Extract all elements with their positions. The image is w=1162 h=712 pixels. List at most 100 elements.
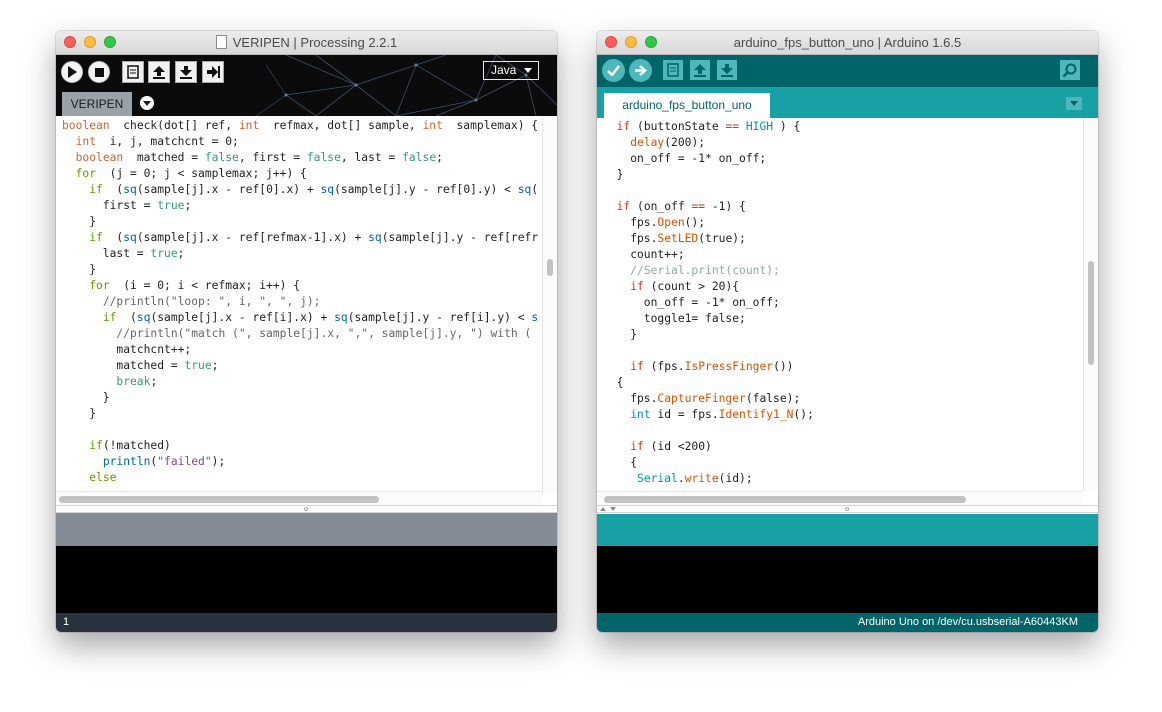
- code-line: }: [62, 263, 97, 276]
- code-line: {: [603, 456, 638, 469]
- code-line: count++;: [603, 248, 685, 261]
- save-button[interactable]: [717, 60, 737, 80]
- console: [56, 546, 557, 613]
- scroll-thumb[interactable]: [1088, 261, 1094, 365]
- scroll-thumb[interactable]: [547, 259, 553, 276]
- upload-arrow-icon: [694, 64, 706, 77]
- console: [597, 546, 1098, 613]
- code-line: {: [603, 376, 624, 389]
- open-button[interactable]: [148, 61, 170, 83]
- code-line: //println("match (", sample[j].x, ",", s…: [116, 327, 532, 340]
- code-line: for (i = 0; i < refmax; i++) {: [89, 279, 301, 292]
- magnifier-icon: [1062, 63, 1077, 78]
- code-editor[interactable]: boolean check(dot[] ref, int refmax, dot…: [56, 116, 542, 494]
- window-title: arduino_fps_button_uno | Arduino 1.6.5: [733, 35, 962, 50]
- code-line: delay(200);: [630, 136, 706, 149]
- code-line: for (j = 0; j < samplemax; j++) {: [75, 167, 307, 180]
- save-button[interactable]: [175, 61, 197, 83]
- code-line: println("failed");: [102, 455, 226, 468]
- code-line: if (buttonState == HIGH ) {: [616, 120, 801, 133]
- code-line: first = true;: [62, 199, 192, 212]
- scroll-thumb[interactable]: [59, 496, 379, 503]
- code-line: matched = true;: [62, 359, 219, 372]
- tab-bar: arduino_fps_button_uno: [597, 87, 1098, 118]
- export-button[interactable]: [202, 61, 224, 83]
- processing-window: VERIPEN | Processing 2.2.1 Java VERIPEN …: [56, 31, 557, 632]
- divider-handle[interactable]: [845, 507, 849, 511]
- tab-veripen[interactable]: VERIPEN: [62, 92, 132, 116]
- code-line: toggle1= false;: [603, 312, 746, 325]
- code-line: }: [62, 215, 97, 228]
- code-editor[interactable]: if (buttonState == HIGH ) { delay(200); …: [597, 118, 1083, 491]
- code-line: //println("loop: ", i, ", ", j);: [102, 295, 321, 308]
- arduino-window: arduino_fps_button_uno | Arduino 1.6.5 a…: [597, 31, 1098, 632]
- new-file-icon: [127, 65, 139, 79]
- run-button[interactable]: [61, 61, 83, 83]
- tab-menu-button[interactable]: [140, 96, 154, 110]
- line-number-bar: 1: [56, 613, 557, 632]
- code-line: on_off = -1* on_off;: [603, 296, 780, 309]
- code-line: Serial.write(id);: [637, 472, 753, 485]
- window-title: VERIPEN | Processing 2.2.1: [232, 35, 398, 50]
- export-arrow-icon: [207, 66, 220, 78]
- download-arrow-icon: [180, 66, 192, 79]
- new-file-icon: [667, 63, 679, 77]
- vertical-scrollbar[interactable]: [542, 116, 557, 494]
- code-line: }: [62, 407, 97, 420]
- code-line: break;: [116, 375, 158, 388]
- scroll-thumb[interactable]: [604, 496, 966, 503]
- pane-divider[interactable]: [56, 505, 557, 513]
- title-bar: VERIPEN | Processing 2.2.1: [56, 31, 557, 55]
- toolbar: [597, 55, 1098, 87]
- collapse-arrows-icon[interactable]: [599, 506, 619, 512]
- code-line: //Serial.print(count);: [630, 264, 780, 277]
- serial-monitor-button[interactable]: [1060, 60, 1080, 80]
- checkmark-icon: [607, 65, 620, 76]
- mode-selector[interactable]: Java: [483, 61, 539, 80]
- play-icon: [68, 66, 77, 78]
- pane-divider[interactable]: [597, 505, 1098, 513]
- code-line: if (on_off == -1) {: [616, 200, 746, 213]
- download-arrow-icon: [721, 64, 733, 77]
- document-icon: [215, 35, 227, 49]
- code-line: if (count > 20){: [630, 280, 740, 293]
- code-line: if(!matched): [89, 439, 171, 452]
- code-line: }: [603, 328, 638, 341]
- code-line: fps.Open();: [603, 216, 706, 229]
- code-line: boolean matched = false, first = false, …: [75, 151, 443, 164]
- stop-icon: [94, 67, 104, 77]
- horizontal-scrollbar[interactable]: [597, 491, 1083, 506]
- code-line: }: [62, 391, 110, 404]
- code-line: if (sq(sample[j].x - ref[i].x) + sq(samp…: [102, 311, 539, 324]
- arrow-right-icon: [635, 65, 647, 76]
- code-line: int i, j, matchcnt = 0;: [75, 135, 239, 148]
- stop-button[interactable]: [88, 61, 110, 83]
- new-button[interactable]: [122, 61, 144, 83]
- code-line: }: [603, 168, 624, 181]
- new-button[interactable]: [663, 60, 683, 80]
- code-line: on_off = -1* on_off;: [603, 152, 767, 165]
- code-line: if (fps.IsPressFinger()): [630, 360, 794, 373]
- tab-menu-button[interactable]: [1066, 97, 1082, 110]
- verify-button[interactable]: [602, 59, 625, 82]
- tab-arduino-fps-button-uno[interactable]: arduino_fps_button_uno: [604, 93, 770, 118]
- toolbar: Java VERIPEN: [56, 55, 557, 116]
- divider-handle[interactable]: [304, 507, 308, 511]
- chevron-down-icon: [524, 68, 532, 73]
- code-line: if (sq(sample[j].x - ref[0].x) + sq(samp…: [89, 183, 539, 196]
- line-number: 1: [63, 616, 70, 628]
- code-line: else: [89, 471, 117, 484]
- upload-button[interactable]: [629, 59, 652, 82]
- status-bar: [597, 514, 1098, 546]
- code-line: fps.CaptureFinger(false);: [603, 392, 801, 405]
- code-line: int id = fps.Identify1_N();: [630, 408, 814, 421]
- code-line: boolean check(dot[] ref, int refmax, dot…: [62, 119, 539, 132]
- vertical-scrollbar[interactable]: [1083, 118, 1098, 491]
- open-button[interactable]: [690, 60, 710, 80]
- board-port-status: Arduino Uno on /dev/cu.usbserial-A60443K…: [597, 613, 1098, 632]
- code-line: fps.SetLED(true);: [603, 232, 746, 245]
- horizontal-scrollbar[interactable]: [56, 491, 542, 506]
- upload-arrow-icon: [153, 66, 165, 79]
- code-line: last = true;: [62, 247, 185, 260]
- mode-label: Java: [491, 63, 517, 77]
